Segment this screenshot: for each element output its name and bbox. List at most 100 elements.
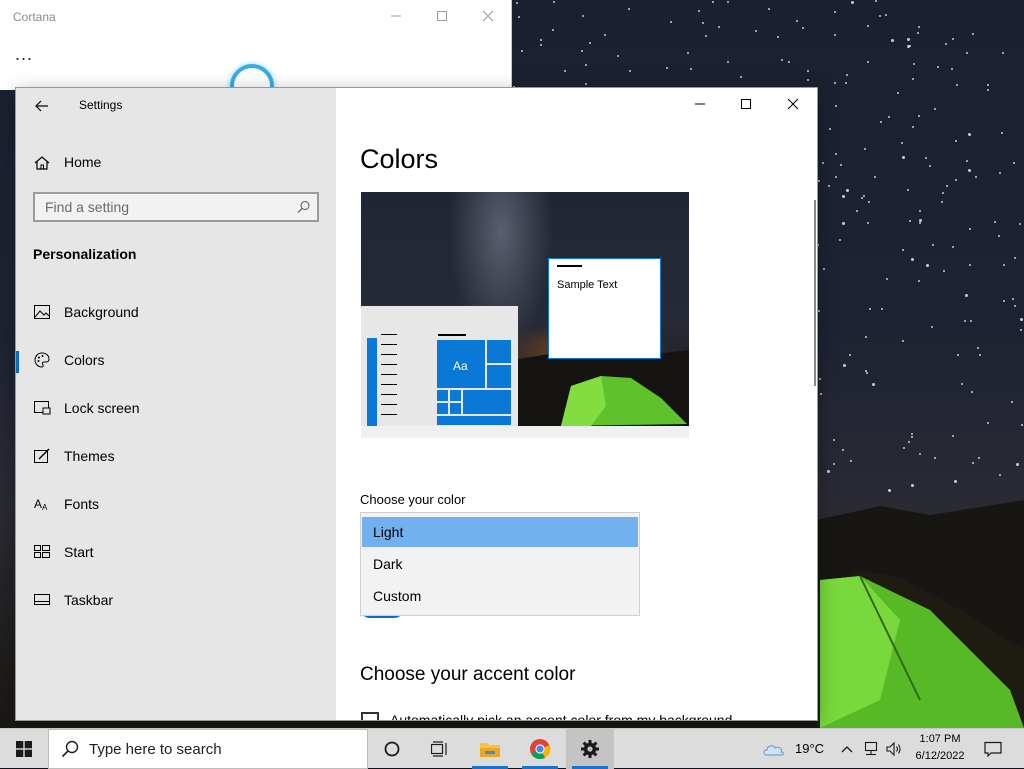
- dropdown-option-dark[interactable]: Dark: [362, 549, 638, 579]
- star: [821, 161, 824, 164]
- sample-text: Sample Text: [557, 279, 618, 291]
- start-icon: [33, 543, 51, 561]
- star: [918, 209, 921, 212]
- star: [827, 469, 831, 473]
- star: [910, 436, 913, 439]
- star: [884, 13, 887, 16]
- star: [888, 488, 892, 492]
- sidebar-item-label: Taskbar: [64, 592, 114, 608]
- sidebar-item-label: Fonts: [64, 496, 100, 512]
- star: [940, 200, 943, 203]
- star: [971, 462, 974, 465]
- star: [1011, 297, 1014, 300]
- choose-color-dropdown-list[interactable]: Light Dark Custom: [360, 512, 640, 616]
- star: [855, 209, 858, 212]
- star: [917, 114, 920, 117]
- cortana-maximize-button[interactable]: [419, 0, 465, 32]
- cortana-window[interactable]: Cortana ...: [0, 0, 512, 108]
- star: [965, 159, 968, 162]
- weather-temperature[interactable]: 19°C: [795, 741, 824, 756]
- star: [1014, 304, 1017, 307]
- star: [950, 68, 953, 70]
- page-title: Colors: [360, 144, 439, 174]
- more-options-button[interactable]: ...: [15, 44, 33, 65]
- show-hidden-icons-button[interactable]: [838, 729, 856, 769]
- taskbar-search-box[interactable]: Type here to search: [48, 729, 368, 769]
- settings-taskbar-button[interactable]: [566, 729, 614, 769]
- star: [976, 346, 979, 349]
- star: [954, 178, 957, 181]
- star: [628, 69, 631, 72]
- auto-accent-label: Automatically pick an accent color from …: [390, 712, 733, 720]
- maximize-icon: [437, 11, 447, 21]
- star: [864, 369, 867, 372]
- sample-window: Sample Text: [548, 258, 661, 359]
- back-button[interactable]: [28, 92, 56, 120]
- sidebar-item-label: Colors: [64, 352, 105, 368]
- auto-accent-checkbox[interactable]: [361, 712, 379, 720]
- sidebar-item-fonts[interactable]: AA Fonts: [16, 484, 336, 524]
- start-menu-mockup: Aa: [361, 306, 518, 426]
- clock-date[interactable]: 6/12/2022: [900, 750, 980, 762]
- search-icon: [61, 740, 79, 758]
- scrollbar[interactable]: [814, 200, 816, 386]
- star: [867, 221, 869, 224]
- action-center-button[interactable]: [978, 729, 1008, 769]
- accent-color-heading: Choose your accent color: [360, 664, 576, 685]
- star: [890, 38, 894, 42]
- star: [937, 65, 939, 68]
- weather-widget[interactable]: [760, 729, 788, 769]
- network-button[interactable]: [860, 729, 882, 769]
- network-icon: [864, 741, 878, 756]
- clock-time[interactable]: 1:07 PM: [900, 733, 980, 745]
- folder-icon: [480, 743, 500, 757]
- star: [901, 156, 905, 160]
- sidebar-item-background[interactable]: Background: [16, 292, 336, 332]
- star: [1003, 299, 1006, 302]
- taskbar-search-placeholder: Type here to search: [89, 741, 222, 758]
- minimize-button[interactable]: [677, 88, 723, 120]
- task-view-button[interactable]: [416, 729, 464, 769]
- start-button[interactable]: [0, 729, 48, 769]
- chrome-button[interactable]: [516, 729, 564, 769]
- sidebar-item-label: Themes: [64, 448, 115, 464]
- cloud-icon: [763, 745, 784, 756]
- svg-text:A: A: [34, 497, 42, 511]
- maximize-button[interactable]: [723, 88, 769, 120]
- dropdown-option-light[interactable]: Light: [362, 517, 638, 547]
- svg-text:A: A: [42, 503, 48, 512]
- sidebar-item-lock-screen[interactable]: Lock screen: [16, 388, 336, 428]
- settings-window[interactable]: Settings Home Personalization Background: [16, 88, 817, 720]
- star: [834, 105, 837, 108]
- themes-icon: [33, 447, 51, 465]
- sidebar-item-start[interactable]: Start: [16, 532, 336, 572]
- cortana-button[interactable]: [368, 729, 416, 769]
- star: [1019, 317, 1023, 321]
- sidebar-item-themes[interactable]: Themes: [16, 436, 336, 476]
- star: [686, 51, 689, 54]
- close-icon: [787, 98, 799, 110]
- dropdown-option-custom[interactable]: Custom: [362, 581, 638, 611]
- find-setting-input[interactable]: [35, 194, 285, 220]
- task-view-icon: [431, 741, 447, 757]
- cortana-minimize-button[interactable]: [373, 0, 419, 32]
- tile-label: Aa: [453, 359, 468, 373]
- chevron-up-icon: [841, 746, 853, 753]
- windows-logo-icon: [16, 741, 32, 757]
- back-arrow-icon: [35, 100, 48, 112]
- star: [717, 26, 720, 29]
- sidebar-item-home[interactable]: Home: [16, 148, 336, 178]
- sidebar-item-taskbar[interactable]: Taskbar: [16, 580, 336, 620]
- star: [817, 243, 820, 246]
- star: [552, 1, 555, 4]
- find-setting-search[interactable]: [33, 192, 319, 222]
- sidebar-item-colors[interactable]: Colors: [16, 340, 336, 380]
- close-button[interactable]: [770, 88, 816, 120]
- file-explorer-button[interactable]: [466, 729, 514, 769]
- cortana-close-button[interactable]: [465, 0, 511, 32]
- star: [966, 51, 969, 54]
- star: [861, 196, 864, 199]
- star: [960, 382, 963, 385]
- star: [551, 28, 554, 31]
- star: [1019, 222, 1022, 225]
